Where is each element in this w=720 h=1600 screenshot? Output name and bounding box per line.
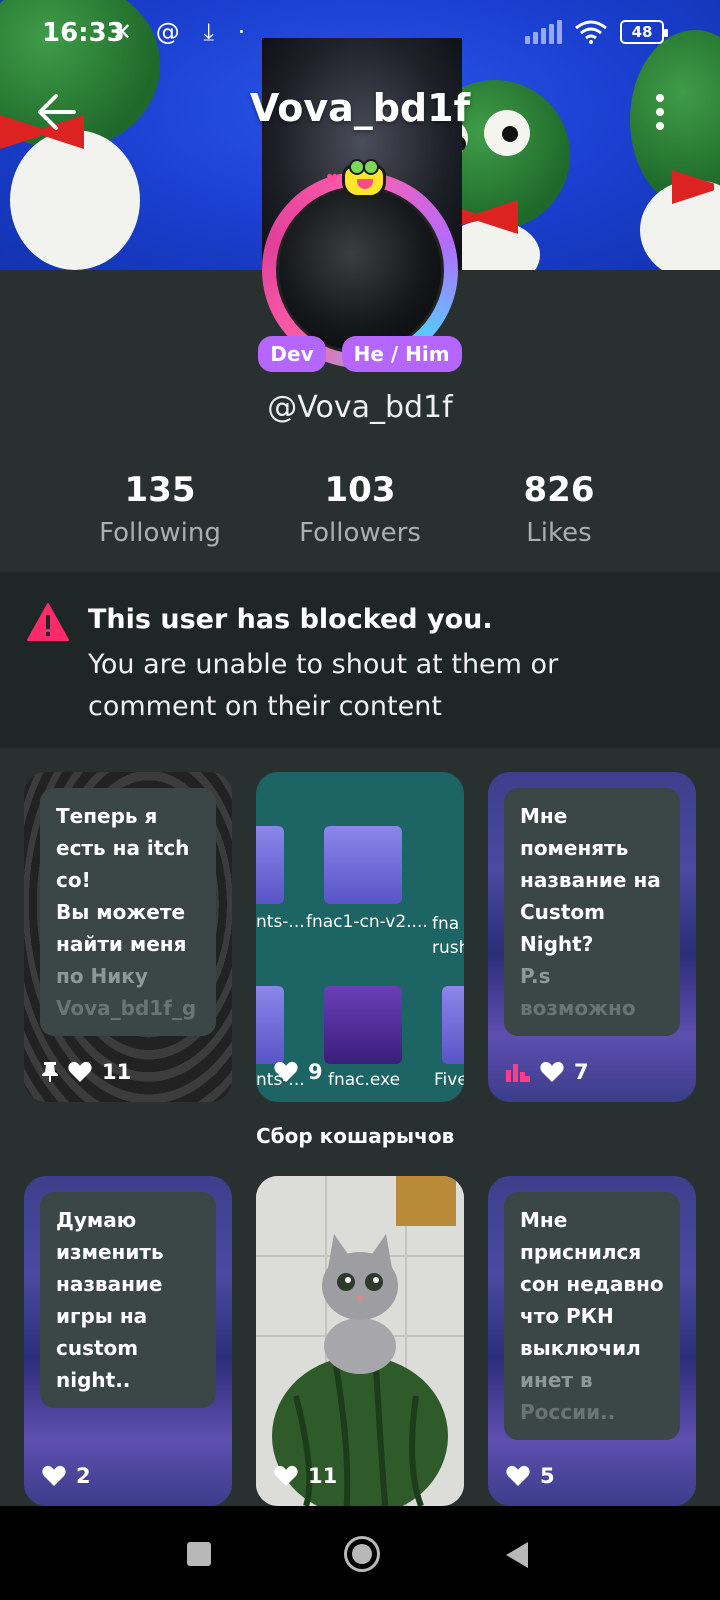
stat-label: Followers <box>299 518 421 548</box>
post-text: Мне приснился сон недавно что РКН выключ… <box>504 1192 680 1440</box>
recent-apps-icon[interactable] <box>187 1542 211 1566</box>
like-count: 7 <box>574 1060 589 1084</box>
notification-icons: ✕ @ ⤓ · <box>112 18 254 46</box>
stat-value: 103 <box>324 470 396 510</box>
post-meta: 9 <box>274 1060 323 1084</box>
stat-value: 135 <box>124 470 196 510</box>
home-icon[interactable] <box>344 1536 380 1572</box>
profile-handle: @Vova_bd1f <box>267 390 453 425</box>
heart-icon <box>42 1465 66 1486</box>
cat-photo <box>256 1176 464 1506</box>
blocked-notice: This user has blocked you. You are unabl… <box>0 572 720 748</box>
stat-followers[interactable]: 103 Followers <box>250 470 470 548</box>
badge-pronouns: He / Him <box>341 336 462 372</box>
file-icon <box>256 986 284 1064</box>
avatar-image <box>276 186 444 354</box>
stat-label: Following <box>99 518 221 548</box>
profile-badges: Dev He / Him <box>0 336 720 372</box>
nav-back-icon[interactable] <box>506 1542 528 1568</box>
post-text: Думаю изменить название игры на custom n… <box>40 1192 216 1408</box>
post-text: Теперь я есть на itch со! Вы можете найт… <box>40 788 216 1036</box>
stat-value: 826 <box>523 470 595 510</box>
heart-icon <box>274 1465 298 1486</box>
file-icon <box>324 986 402 1064</box>
stat-likes[interactable]: 826 Likes <box>449 470 669 548</box>
profile-title: Vova_bd1f <box>249 86 471 130</box>
system-nav-bar <box>0 1506 720 1600</box>
post-card[interactable]: 11 <box>256 1176 464 1506</box>
status-bar: 16:33 ✕ @ ⤓ · 48 <box>0 0 720 70</box>
battery-icon: 48 <box>620 20 668 44</box>
post-card[interactable]: Мне приснился сон недавно что РКН выключ… <box>488 1176 696 1506</box>
post-card[interactable]: Мне поменять название на Custom Night? P… <box>488 772 696 1102</box>
collection-label[interactable]: Сбор кошарычов <box>256 1124 454 1148</box>
heart-icon <box>274 1061 298 1082</box>
warning-triangle-icon <box>27 603 69 641</box>
file-icon <box>324 826 402 904</box>
post-card[interactable]: Теперь я есть на itch со! Вы можете найт… <box>24 772 232 1102</box>
signal-icon <box>525 20 562 44</box>
post-meta: 5 <box>506 1464 555 1488</box>
post-text: Мне поменять название на Custom Night? P… <box>504 788 680 1036</box>
wifi-icon <box>575 20 607 44</box>
heart-icon <box>68 1061 92 1082</box>
post-meta: 11 <box>42 1060 131 1084</box>
like-count: 9 <box>308 1060 323 1084</box>
post-meta: 7 <box>506 1060 589 1084</box>
heart-icon <box>506 1465 530 1486</box>
stats-icon <box>506 1064 530 1082</box>
frog-sticker-icon <box>342 159 386 198</box>
stat-label: Likes <box>526 518 592 548</box>
badge-role: Dev <box>258 336 326 372</box>
post-meta: 11 <box>274 1464 337 1488</box>
file-icon <box>442 986 464 1064</box>
post-meta: 2 <box>42 1464 91 1488</box>
file-icon <box>256 826 284 904</box>
like-count: 11 <box>308 1464 338 1488</box>
more-options-icon[interactable] <box>650 94 670 130</box>
profile-stats: 135 Following 103 Followers 826 Likes <box>0 470 720 570</box>
post-card[interactable]: nts-... fnac1-cn-v2.... fna rush nts-...… <box>256 772 464 1102</box>
stat-following[interactable]: 135 Following <box>50 470 270 548</box>
blocked-title: This user has blocked you. <box>88 604 493 635</box>
like-count: 5 <box>540 1464 555 1488</box>
blocked-message: You are unable to shout at them or comme… <box>88 649 559 722</box>
like-count: 11 <box>102 1060 132 1084</box>
heart-sticker-icon: ♥ <box>326 172 339 188</box>
pin-icon <box>42 1062 58 1082</box>
post-card[interactable]: Думаю изменить название игры на custom n… <box>24 1176 232 1506</box>
heart-icon <box>540 1061 564 1082</box>
like-count: 2 <box>76 1464 91 1488</box>
